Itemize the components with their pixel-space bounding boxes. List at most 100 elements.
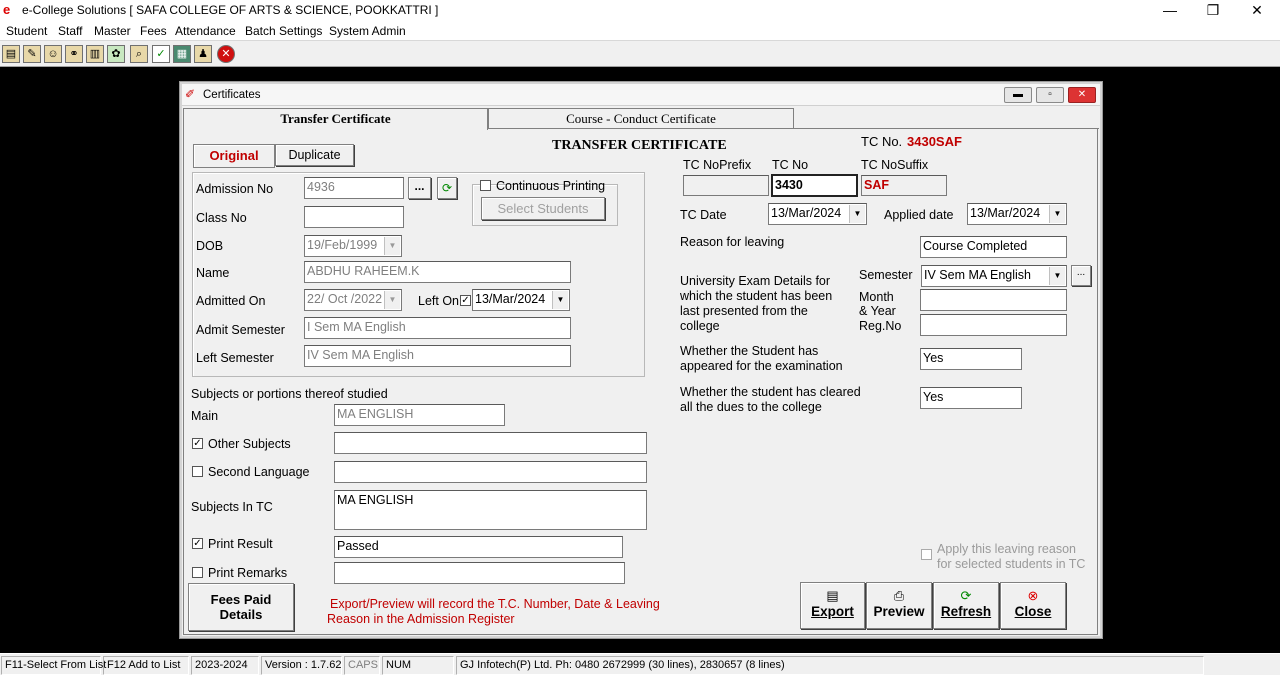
fees-paid-details-button[interactable]: Fees Paid Details [188,583,294,631]
second-language-checkbox[interactable] [192,466,203,477]
chevron-down-icon[interactable]: ▼ [1049,267,1065,285]
print-result-field[interactable]: Passed [334,536,623,558]
admit-semester-field[interactable]: I Sem MA English [304,317,571,339]
close-app-button[interactable]: ✕ [1237,1,1277,21]
child-minimize-button[interactable]: ▬ [1004,87,1032,103]
name-field[interactable]: ABDHU RAHEEM.K [304,261,571,283]
chevron-down-icon[interactable]: ▼ [1049,205,1065,223]
main-subject-field[interactable]: MA ENGLISH [334,404,505,426]
month-label-2: & Year [859,304,896,318]
second-language-label: Second Language [208,465,310,479]
tab-transfer-certificate[interactable]: Transfer Certificate [183,108,488,130]
apply-reason-label-2: for selected students in TC [937,557,1086,571]
tc-no-display: 3430SAF [907,134,962,149]
page-heading: TRANSFER CERTIFICATE [552,138,727,153]
menu-staff[interactable]: Staff [58,24,82,38]
menu-batch-settings[interactable]: Batch Settings [245,24,322,38]
subjects-heading: Subjects or portions thereof studied [191,387,388,401]
other-subjects-checkbox[interactable]: ✓ [192,438,203,449]
appeared-label-1: Whether the Student has [680,344,819,358]
menu-system-admin[interactable]: System Admin [329,24,406,38]
status-bar: F11-Select From List F12 Add to List 202… [0,653,1280,675]
preview-button[interactable]: ⎙ Preview [866,582,932,629]
semester-more-button[interactable]: ... [1071,265,1091,286]
refresh-button[interactable]: ⟳ Refresh [933,582,999,629]
child-close-button[interactable]: ✕ [1068,87,1096,103]
chevron-down-icon[interactable]: ▼ [552,291,568,309]
appeared-field[interactable]: Yes [920,348,1022,370]
status-version: Version : 1.7.62 [261,656,342,675]
chevron-down-icon[interactable]: ▼ [849,205,865,223]
tc-date-field[interactable]: 13/Mar/2024 ▼ [768,203,867,225]
tc-prefix-field[interactable] [683,175,769,196]
month-year-field[interactable] [920,289,1067,311]
menu-fees[interactable]: Fees [140,24,167,38]
other-subjects-field[interactable] [334,432,647,454]
child-maximize-button[interactable]: ▫ [1036,87,1064,103]
tc-date-label: TC Date [680,208,727,222]
apply-reason-label-1: Apply this leaving reason [937,542,1076,556]
regno-field[interactable] [920,314,1067,336]
link-icon[interactable]: ⚭ [65,45,83,63]
refresh-icon: ⟳ [960,588,972,603]
left-on-field[interactable]: 13/Mar/2024 ▼ [472,289,570,311]
tc-suffix-field[interactable]: SAF [861,175,947,196]
print-result-checkbox[interactable]: ✓ [192,538,203,549]
search-icon[interactable]: ⌕ [130,45,148,63]
window-title: Certificates [203,89,261,101]
status-year: 2023-2024 [191,656,259,675]
apply-reason-checkbox[interactable] [921,549,932,560]
applied-date-field[interactable]: 13/Mar/2024 ▼ [967,203,1067,225]
tab-duplicate[interactable]: Duplicate [275,144,354,166]
subjects-in-tc-field[interactable]: MA ENGLISH [334,490,647,530]
person-icon[interactable]: ☺ [44,45,62,63]
other-subjects-label: Other Subjects [208,437,291,451]
export-button[interactable]: ▤ Export [800,582,865,629]
printer-icon: ⎙ [893,588,905,603]
admission-no-field[interactable]: 4936 [304,177,404,199]
refresh-small-icon[interactable]: ⟳ [437,177,457,199]
semester-field[interactable]: IV Sem MA English ▼ [921,265,1067,287]
restore-button[interactable]: ❐ [1193,1,1233,21]
export-note-line2: Reason in the Admission Register [327,612,515,626]
class-no-field[interactable] [304,206,404,228]
menu-attendance[interactable]: Attendance [175,24,236,38]
select-students-button[interactable]: Select Students [481,197,605,220]
calculator-icon[interactable]: ▦ [173,45,191,63]
status-f12: F12 Add to List [103,656,189,675]
print-result-label: Print Result [208,537,273,551]
admitted-on-label: Admitted On [196,294,266,308]
check-icon[interactable]: ✓ [152,45,170,63]
books-icon[interactable]: ▥ [86,45,104,63]
user-key-icon[interactable]: ♟ [194,45,212,63]
subjects-in-tc-label: Subjects In TC [191,500,273,514]
second-language-field[interactable] [334,461,647,483]
print-remarks-checkbox[interactable] [192,567,203,578]
chevron-down-icon[interactable]: ▼ [384,291,400,309]
close-button[interactable]: ⊗ Close [1000,582,1066,629]
tc-no-field[interactable]: 3430 [771,174,858,197]
pencil-icon[interactable]: ✎ [23,45,41,63]
left-semester-field[interactable]: IV Sem MA English [304,345,571,367]
menu-master[interactable]: Master [94,24,131,38]
left-on-checkbox[interactable]: ✓ [460,295,471,306]
admitted-on-field[interactable]: 22/ Oct /2022 ▼ [304,289,402,311]
dob-field[interactable]: 19/Feb/1999 ▼ [304,235,402,257]
admission-lookup-button[interactable]: ... [408,177,431,199]
cleared-field[interactable]: Yes [920,387,1022,409]
menu-student[interactable]: Student [6,24,47,38]
group-icon[interactable]: ✿ [107,45,125,63]
app-title: e-College Solutions [ SAFA COLLEGE OF AR… [22,3,439,17]
chevron-down-icon[interactable]: ▼ [384,237,400,255]
exit-icon[interactable]: ✕ [217,45,235,63]
tab-course-conduct-certificate[interactable]: Course - Conduct Certificate [488,108,794,128]
regno-label: Reg.No [859,319,902,333]
reason-field[interactable]: Course Completed [920,236,1067,258]
continuous-printing-checkbox[interactable] [480,180,491,191]
left-on-label: Left On [418,294,459,308]
print-remarks-field[interactable] [334,562,625,584]
tab-original[interactable]: Original [193,144,275,168]
tab-divider [488,128,1099,129]
minimize-button[interactable]: — [1150,1,1190,21]
book-icon[interactable]: ▤ [2,45,20,63]
